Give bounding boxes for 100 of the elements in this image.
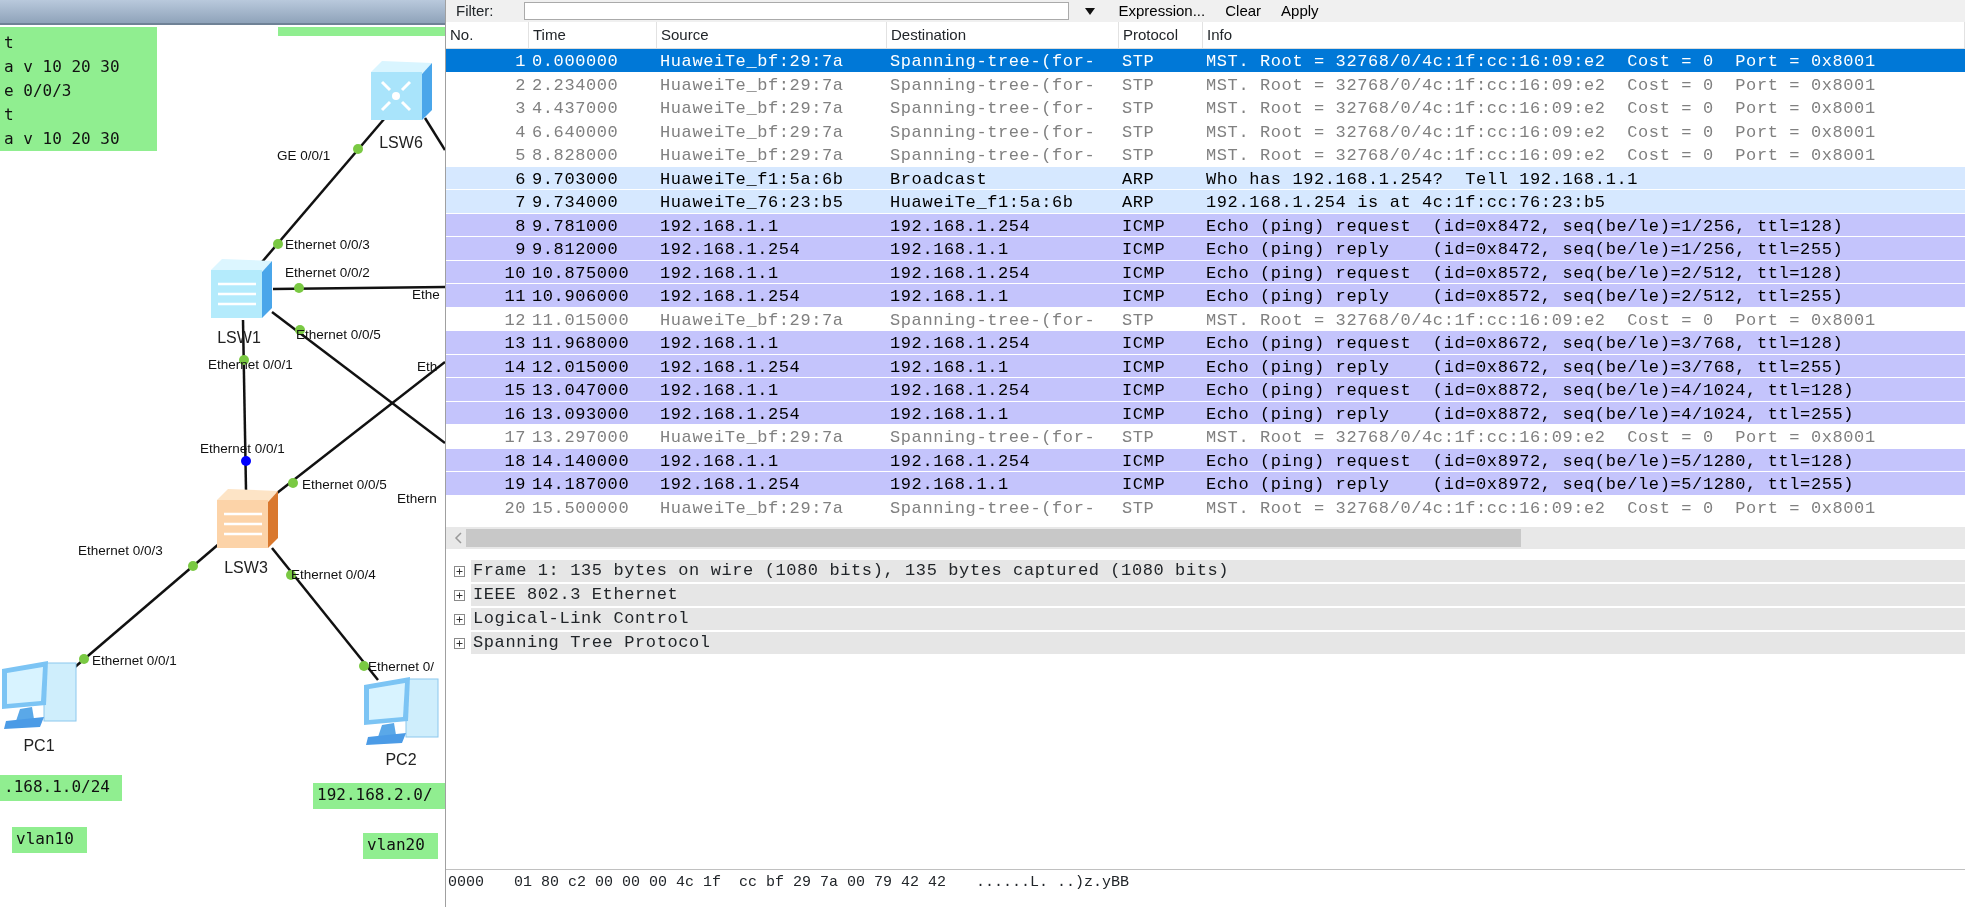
packet-number: 11 (503, 286, 527, 308)
column-header[interactable]: Protocol (1119, 22, 1203, 48)
packet-destination: Spanning-tree-(for- (889, 145, 1097, 167)
packet-time: 11.015000 (531, 309, 631, 332)
port-label: Ethernet 0/0/2 (285, 266, 370, 281)
packet-row[interactable]: 7 9.734000 HuaweiTe_76:23:b5 HuaweiTe_f1:5a:6b ARP 192.168.1.254 is at 4c:1f:cc:76:23:b5 (446, 190, 1965, 214)
detail-row[interactable]: IEEE 802.3 Ethernet (471, 584, 1965, 606)
detail-row[interactable]: Logical-Link Control (471, 608, 1965, 630)
packet-row[interactable]: 8 9.781000 192.168.1.1 192.168.1.254 ICMP Echo (ping) request (id=0x8472, seq(be/le)=1/256, ttl=128) (446, 213, 1965, 237)
packet-source: HuaweiTe_bf:29:7a (659, 121, 845, 144)
packet-protocol: ICMP (1121, 450, 1167, 473)
expand-icon[interactable] (454, 613, 465, 625)
expression-button[interactable]: Expression... (1112, 2, 1212, 20)
apply-button[interactable]: Apply (1275, 2, 1325, 20)
packet-info: Echo (ping) reply (id=0x8972, seq(be/le)=5/1280, ttl=255) (1205, 474, 1856, 496)
packet-row[interactable]: 13 11.968000 192.168.1.1 192.168.1.254 ICMP Echo (ping) request (id=0x8672, seq(be/le)=3/768, ttl=128) (446, 331, 1965, 355)
detail-row[interactable]: Frame 1: 135 bytes on wire (1080 bits), 135 bytes captured (1080 bits) (471, 560, 1965, 582)
packet-source: 192.168.1.1 (659, 450, 780, 473)
packet-row[interactable]: 6 9.703000 HuaweiTe_f1:5a:6b Broadcast ARP Who has 192.168.1.254? Tell 192.168.1.1 (446, 166, 1965, 190)
packet-row[interactable]: 11 10.906000 192.168.1.254 192.168.1.1 ICMP Echo (ping) reply (id=0x8572, seq(be/le)=2/512, ttl=255) (446, 284, 1965, 308)
note-line: 192.168.2.0/ (317, 784, 434, 806)
packet-info: MST. Root = 32768/0/4c:1f:cc:16:09:e2 Cost = 0 Port = 0x8001 (1205, 497, 1877, 520)
packet-info: MST. Root = 32768/0/4c:1f:cc:16:09:e2 Cost = 0 Port = 0x8001 (1205, 74, 1877, 97)
packet-info: Echo (ping) reply (id=0x8872, seq(be/le)=4/1024, ttl=255) (1205, 403, 1856, 426)
device-label: PC2 (385, 751, 417, 769)
dropdown-caret-icon[interactable] (1084, 7, 1095, 15)
packet-time: 9.781000 (531, 215, 620, 238)
packet-number: 2 (514, 74, 527, 97)
column-header[interactable]: No. (446, 22, 529, 48)
column-header[interactable]: Time (529, 22, 657, 48)
packet-info: Echo (ping) reply (id=0x8472, seq(be/le)=1/256, ttl=255) (1205, 239, 1845, 261)
packet-number: 6 (514, 168, 527, 191)
switch-icon[interactable] (368, 58, 434, 122)
packet-source: HuaweiTe_f1:5a:6b (659, 168, 845, 191)
packet-protocol: STP (1121, 51, 1156, 73)
packet-time: 13.047000 (531, 380, 631, 402)
packet-row[interactable]: 15 13.047000 192.168.1.1 192.168.1.254 ICMP Echo (ping) request (id=0x8872, seq(be/le)=4/1024, ttl=128) (446, 378, 1965, 402)
clear-button[interactable]: Clear (1219, 2, 1268, 20)
note-line: e 0/0/3 (4, 80, 73, 102)
port-label: GE 0/0/1 (277, 149, 331, 164)
packet-number: 1 (514, 51, 527, 73)
packet-protocol: ICMP (1121, 474, 1167, 496)
packet-source: 192.168.1.1 (659, 380, 780, 402)
packet-destination: 192.168.1.254 (889, 215, 1032, 238)
packet-info: Echo (ping) request (id=0x8572, seq(be/le)=2/512, ttl=128) (1205, 262, 1845, 285)
expand-icon[interactable] (454, 637, 465, 649)
packet-source: HuaweiTe_76:23:b5 (659, 192, 845, 214)
packet-protocol: STP (1121, 98, 1156, 120)
packet-source: 192.168.1.1 (659, 333, 780, 355)
expand-icon[interactable] (454, 589, 465, 601)
hex-ascii: ......L. ..)z.yBB (976, 873, 1130, 893)
packet-time: 2.234000 (531, 74, 620, 97)
packet-row[interactable]: 9 9.812000 192.168.1.254 192.168.1.1 ICMP Echo (ping) reply (id=0x8472, seq(be/le)=1/256, ttl=255) (446, 237, 1965, 261)
column-header[interactable]: Source (657, 22, 887, 48)
packet-row[interactable]: 1 0.000000 HuaweiTe_bf:29:7a Spanning-tree-(for- STP MST. Root = 32768/0/4c:1f:cc:16:09:e2 Cost = 0 Port = 0x8001 (446, 49, 1965, 73)
packet-time: 15.500000 (531, 497, 631, 520)
packet-protocol: ICMP (1121, 333, 1167, 355)
packet-number: 13 (503, 333, 527, 355)
note-line: vlan20 (367, 834, 426, 856)
packet-time: 14.140000 (531, 450, 631, 473)
packet-info: 192.168.1.254 is at 4c:1f:cc:76:23:b5 (1205, 192, 1607, 214)
packet-protocol: ICMP (1121, 262, 1167, 285)
packet-time: 13.297000 (531, 427, 631, 449)
packet-number: 3 (514, 98, 527, 120)
scroll-left-icon[interactable] (454, 532, 462, 544)
packet-row[interactable]: 10 10.875000 192.168.1.1 192.168.1.254 ICMP Echo (ping) request (id=0x8572, seq(be/le)=2/512, ttl=128) (446, 260, 1965, 284)
port-label: Ethernet 0/0/5 (302, 478, 387, 493)
note-line: a v 10 20 30 (4, 128, 121, 150)
packet-time: 12.015000 (531, 356, 631, 379)
packet-destination: Spanning-tree-(for- (889, 121, 1097, 144)
detail-row[interactable]: Spanning Tree Protocol (471, 632, 1965, 654)
packet-source: 192.168.1.254 (659, 239, 802, 261)
packet-row[interactable]: 18 14.140000 192.168.1.1 192.168.1.254 ICMP Echo (ping) request (id=0x8972, seq(be/le)=5/1280, ttl=128) (446, 448, 1965, 472)
port-label: Ethernet 0/ (368, 660, 435, 675)
packet-destination: 192.168.1.1 (889, 286, 1010, 308)
column-header[interactable]: Destination (887, 22, 1119, 48)
packet-time: 10.906000 (531, 286, 631, 308)
packet-destination: 192.168.1.254 (889, 333, 1032, 355)
packet-row[interactable]: 19 14.187000 192.168.1.254 192.168.1.1 ICMP Echo (ping) reply (id=0x8972, seq(be/le)=5/1280, ttl=255) (446, 472, 1965, 496)
packet-number: 16 (503, 403, 527, 426)
packet-source: 192.168.1.1 (659, 215, 780, 238)
packet-row[interactable]: 16 13.093000 192.168.1.254 192.168.1.1 ICMP Echo (ping) reply (id=0x8872, seq(be/le)=4/1024, ttl=255) (446, 401, 1965, 425)
column-header[interactable]: Info (1203, 22, 1965, 48)
packet-source: HuaweiTe_bf:29:7a (659, 74, 845, 97)
packet-source: HuaweiTe_bf:29:7a (659, 309, 845, 332)
filter-label: Filter: (456, 0, 494, 21)
packet-info: MST. Root = 32768/0/4c:1f:cc:16:09:e2 Cost = 0 Port = 0x8001 (1205, 51, 1877, 73)
filter-field[interactable] (523, 2, 1069, 20)
expand-icon[interactable] (454, 565, 465, 577)
horizontal-scrollbar[interactable] (446, 527, 1965, 549)
port-label: Ethernet 0/0/1 (92, 654, 177, 669)
packet-row[interactable]: 14 12.015000 192.168.1.254 192.168.1.1 ICMP Echo (ping) reply (id=0x8672, seq(be/le)=3/768, ttl=255) (446, 354, 1965, 378)
packet-info: MST. Root = 32768/0/4c:1f:cc:16:09:e2 Cost = 0 Port = 0x8001 (1205, 309, 1877, 332)
hex-bytes: 01 80 c2 00 00 00 4c 1f cc bf 29 7a 00 79 42 42 (514, 873, 947, 893)
cable-line (423, 117, 445, 151)
switch-icon[interactable] (208, 256, 274, 320)
packet-time: 11.968000 (531, 333, 631, 355)
packet-number: 9 (514, 239, 527, 261)
packet-time: 10.875000 (531, 262, 631, 285)
scroll-thumb[interactable] (466, 529, 1521, 547)
